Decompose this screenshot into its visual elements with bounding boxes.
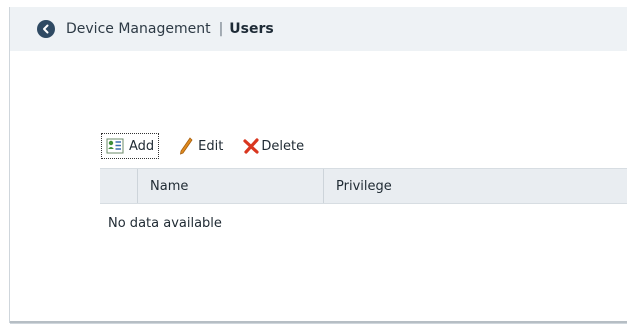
breadcrumb: Device Management | Users xyxy=(66,20,274,38)
column-header-privilege[interactable]: Privilege xyxy=(324,169,627,203)
delete-button[interactable]: Delete xyxy=(239,134,308,158)
table-header: Name Privilege xyxy=(100,168,627,204)
pencil-icon xyxy=(179,137,193,155)
page-title: Users xyxy=(229,21,274,37)
column-header-name[interactable]: Name xyxy=(138,169,324,203)
add-user-icon xyxy=(106,138,124,154)
page-header: Device Management | Users xyxy=(10,7,627,51)
breadcrumb-section[interactable]: Device Management xyxy=(66,21,211,37)
select-column-header[interactable] xyxy=(100,169,138,203)
delete-x-icon xyxy=(243,138,259,154)
chevron-left-icon xyxy=(43,24,49,34)
users-panel: Device Management | Users Add Edit Delet… xyxy=(10,7,627,323)
edit-label: Edit xyxy=(198,138,224,154)
empty-message: No data available xyxy=(108,216,222,231)
users-table: Name Privilege No data available xyxy=(100,168,627,231)
edit-button[interactable]: Edit xyxy=(175,134,227,158)
back-button[interactable] xyxy=(37,20,55,38)
breadcrumb-separator: | xyxy=(218,21,224,37)
delete-label: Delete xyxy=(261,138,305,154)
toolbar: Add Edit Delete xyxy=(101,132,308,160)
add-button[interactable]: Add xyxy=(101,133,160,159)
add-label: Add xyxy=(129,138,155,154)
